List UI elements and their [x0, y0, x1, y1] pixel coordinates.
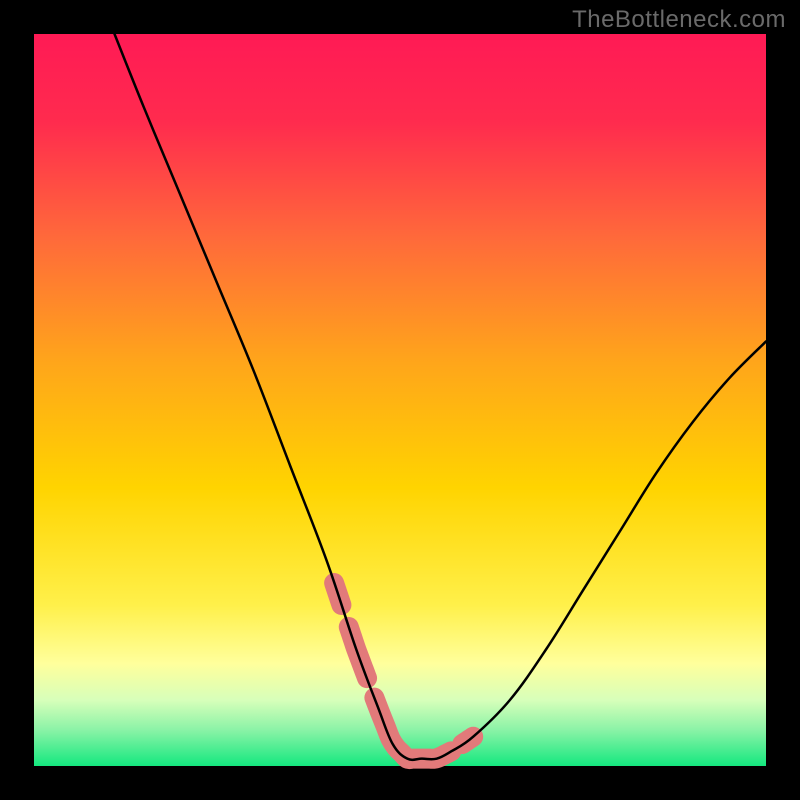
bottleneck-chart [0, 0, 800, 800]
watermark-text: TheBottleneck.com [572, 6, 786, 34]
gradient-background [34, 34, 766, 766]
chart-frame: TheBottleneck.com [0, 0, 800, 800]
